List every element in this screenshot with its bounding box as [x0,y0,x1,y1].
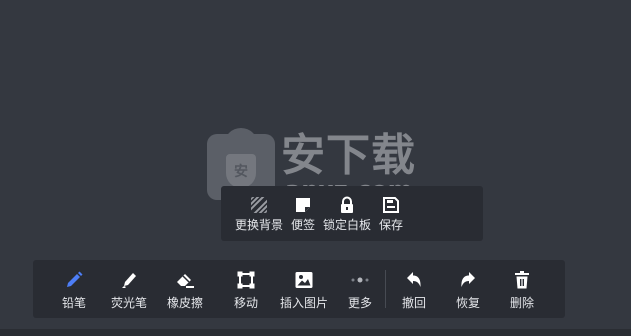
watermark-shield-icon: 安 [226,154,256,188]
redo-icon [457,269,479,291]
delete-button[interactable]: 删除 [502,263,542,315]
bottom-strip [0,329,631,336]
undo-button[interactable]: 撤回 [394,263,434,315]
pencil-label: 铅笔 [61,296,86,310]
highlighter-label: 荧光笔 [110,296,147,310]
image-icon [293,269,315,291]
more-menu-panel: 更换背景 便签 锁定白板 保存 [221,186,483,241]
insert-image-button[interactable]: 插入图片 [271,263,337,315]
main-toolbar: 铅笔 荧光笔 橡皮擦 移动 插入图片 更多 撤回 恢复 删除 [33,260,565,318]
move-label: 移动 [233,296,258,310]
save-button[interactable]: 保存 [375,191,407,237]
more-icon [349,269,371,291]
toolbar-divider [385,270,386,308]
lock-icon [337,195,357,215]
watermark-title: 安下载 [281,130,416,181]
change-background-button[interactable]: 更换背景 [231,191,287,237]
pencil-icon [63,269,85,291]
redo-button[interactable]: 恢复 [448,263,488,315]
more-label: 更多 [347,296,372,310]
pencil-button[interactable]: 铅笔 [53,263,95,315]
move-icon [235,269,257,291]
eraser-icon [174,269,196,291]
undo-icon [403,269,425,291]
hatch-background-icon [249,195,269,215]
lock-board-label: 锁定白板 [323,217,372,232]
delete-label: 删除 [509,296,534,310]
more-button[interactable]: 更多 [341,263,379,315]
change-background-label: 更换背景 [235,217,284,232]
eraser-label: 橡皮擦 [166,296,203,310]
highlighter-icon [118,269,140,291]
sticky-note-button[interactable]: 便签 [287,191,319,237]
redo-label: 恢复 [455,296,480,310]
save-icon [381,195,401,215]
trash-icon [511,269,533,291]
sticky-note-icon [293,195,313,215]
sticky-note-label: 便签 [291,217,316,232]
save-label: 保存 [379,217,404,232]
insert-image-label: 插入图片 [279,296,328,310]
lock-board-button[interactable]: 锁定白板 [319,191,375,237]
highlighter-button[interactable]: 荧光笔 [101,263,157,315]
undo-label: 撤回 [401,296,426,310]
whiteboard-canvas[interactable]: 安 安下载 anxz.com 更换背景 [0,0,631,336]
eraser-button[interactable]: 橡皮擦 [157,263,213,315]
move-button[interactable]: 移动 [225,263,267,315]
